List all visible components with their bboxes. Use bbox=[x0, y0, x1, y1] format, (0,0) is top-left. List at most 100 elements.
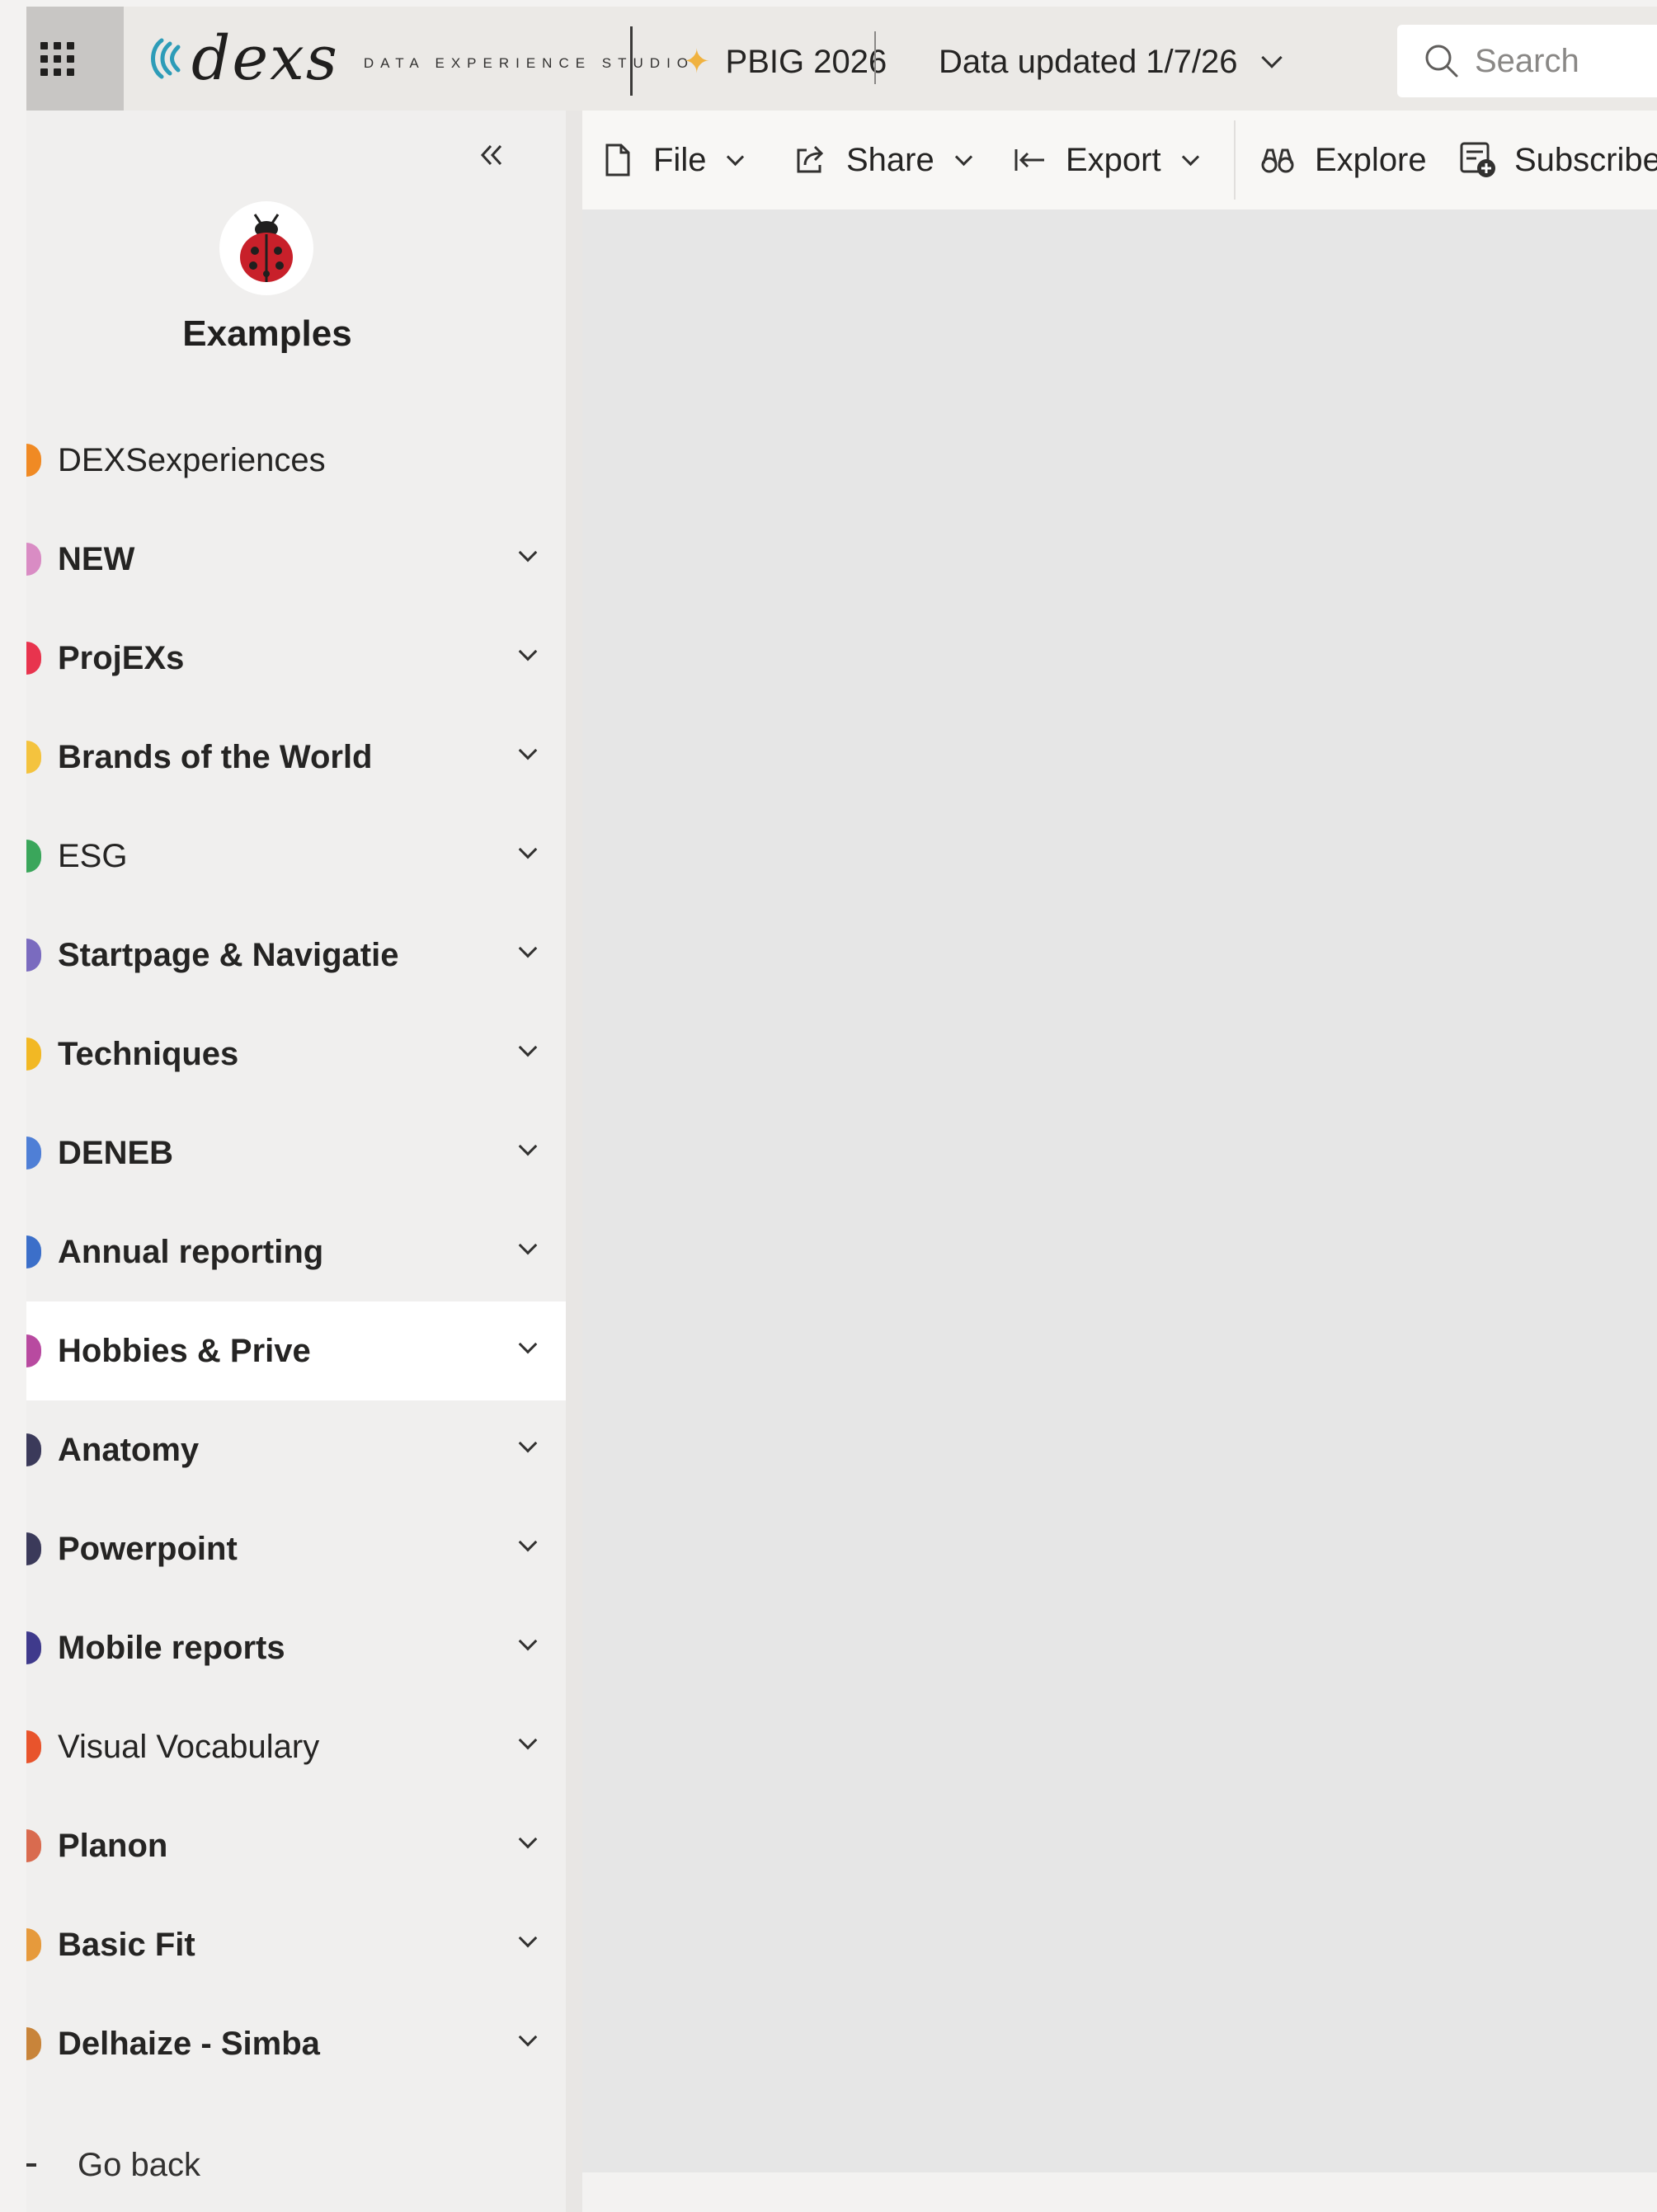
chevron-down-icon[interactable] bbox=[518, 939, 538, 958]
nav-item-label: DENEB bbox=[58, 1134, 174, 1171]
nav-item[interactable]: Brands of the World bbox=[26, 708, 566, 807]
nav-item-label: ProjEXs bbox=[58, 639, 185, 676]
nav-item-icon bbox=[26, 1137, 41, 1170]
nav-item[interactable]: Powerpoint bbox=[26, 1499, 566, 1598]
go-back-label: Go back bbox=[78, 2146, 200, 2183]
nav-item-icon bbox=[26, 1631, 41, 1664]
nav-item[interactable]: Techniques bbox=[26, 1005, 566, 1104]
nav-item-icon bbox=[26, 543, 41, 576]
nav-item[interactable]: Mobile reports bbox=[26, 1598, 566, 1697]
chevron-down-icon[interactable] bbox=[518, 1038, 538, 1057]
share-icon bbox=[797, 145, 824, 173]
chevron-down-icon[interactable] bbox=[518, 840, 538, 859]
ladybug-icon bbox=[240, 214, 293, 282]
search-icon bbox=[1425, 45, 1458, 78]
nav-item-icon bbox=[26, 1038, 41, 1071]
back-icon bbox=[26, 2163, 36, 2167]
chevron-down-icon[interactable] bbox=[518, 1334, 538, 1354]
nav-item[interactable]: Anatomy bbox=[26, 1400, 566, 1499]
nav-item[interactable]: DENEB bbox=[26, 1104, 566, 1202]
nav-item-icon bbox=[26, 642, 41, 675]
export-menu-button[interactable]: Export bbox=[1013, 111, 1199, 209]
nav-list: DEXSexperiences NEW ProjEXs Brands of the W… bbox=[26, 411, 566, 2093]
nav-item[interactable]: Delhaize - Simba bbox=[26, 1994, 566, 2093]
file-label: File bbox=[653, 141, 707, 178]
explore-button[interactable]: Explore bbox=[1260, 111, 1427, 209]
search-box[interactable] bbox=[1397, 25, 1657, 97]
brand-name: dexs bbox=[191, 23, 339, 94]
binoculars-icon bbox=[1261, 148, 1294, 173]
share-label: Share bbox=[846, 141, 934, 178]
subscribe-icon bbox=[1460, 142, 1495, 177]
chevron-down-icon[interactable] bbox=[518, 1730, 538, 1750]
header-divider bbox=[874, 31, 876, 84]
chevron-down-icon[interactable] bbox=[518, 2027, 538, 2047]
report-canvas[interactable] bbox=[582, 209, 1657, 2172]
chevron-down-icon bbox=[1260, 47, 1283, 68]
nav-item-label: NEW bbox=[58, 540, 135, 577]
export-icon bbox=[1014, 149, 1044, 171]
nav-item-icon bbox=[26, 741, 41, 774]
chevron-down-icon[interactable] bbox=[518, 1433, 538, 1453]
workspace-title: Examples bbox=[182, 313, 352, 354]
chevron-down-icon[interactable] bbox=[518, 543, 538, 562]
nav-item[interactable]: ESG bbox=[26, 807, 566, 906]
nav-item-label: Brands of the World bbox=[58, 738, 373, 775]
chevron-down-icon[interactable] bbox=[518, 1235, 538, 1255]
nav-item-icon bbox=[26, 840, 41, 873]
explore-label: Explore bbox=[1315, 141, 1427, 178]
chevron-down-icon[interactable] bbox=[518, 1631, 538, 1651]
command-divider bbox=[1234, 120, 1236, 200]
nav-item-icon bbox=[26, 1829, 41, 1862]
nav-item[interactable]: DEXSexperiences bbox=[26, 411, 566, 510]
file-icon bbox=[605, 144, 630, 176]
chevron-down-icon[interactable] bbox=[518, 642, 538, 661]
nav-item-label: Anatomy bbox=[58, 1431, 200, 1468]
nav-item[interactable]: ProjEXs bbox=[26, 609, 566, 708]
data-updated-dropdown[interactable]: Data updated 1/7/26 bbox=[939, 36, 1283, 87]
share-menu-button[interactable]: Share bbox=[793, 111, 972, 209]
nav-item[interactable]: Planon bbox=[26, 1796, 566, 1895]
app-header: dexs DATA EXPERIENCE STUDIO ✦ PBIG 2026 … bbox=[26, 7, 1657, 111]
nav-item-icon bbox=[26, 1433, 41, 1466]
header-divider bbox=[630, 26, 633, 96]
subscribe-label: Subscribe bbox=[1514, 141, 1657, 178]
workspace-name[interactable]: ✦ PBIG 2026 bbox=[683, 36, 887, 87]
double-chevron-left-icon bbox=[480, 144, 502, 166]
export-label: Export bbox=[1066, 141, 1161, 178]
nav-item[interactable]: Basic Fit bbox=[26, 1895, 566, 1994]
nav-item[interactable]: NEW bbox=[26, 510, 566, 609]
workspace-label: PBIG 2026 bbox=[725, 43, 887, 80]
nav-item-icon bbox=[26, 1928, 41, 1961]
brand-tagline: DATA EXPERIENCE STUDIO bbox=[363, 55, 695, 71]
nav-item-label: Visual Vocabulary bbox=[58, 1728, 320, 1765]
app-launcher-button[interactable] bbox=[26, 7, 124, 111]
chevron-down-icon[interactable] bbox=[518, 1532, 538, 1552]
subscribe-button[interactable]: Subscribe bbox=[1458, 111, 1657, 209]
file-menu-button[interactable]: File bbox=[604, 111, 745, 209]
brand-waves-icon bbox=[151, 38, 181, 79]
nav-item[interactable]: Annual reporting bbox=[26, 1202, 566, 1301]
chevron-down-icon[interactable] bbox=[518, 1928, 538, 1948]
brand-logo[interactable]: dexs DATA EXPERIENCE STUDIO bbox=[144, 21, 694, 96]
nav-item-label: Annual reporting bbox=[58, 1233, 324, 1270]
search-input[interactable] bbox=[1475, 42, 1657, 80]
go-back-link[interactable]: Go back bbox=[26, 2136, 356, 2194]
chevron-down-icon[interactable] bbox=[518, 1829, 538, 1849]
nav-item-label: Mobile reports bbox=[58, 1629, 285, 1666]
nav-item-icon bbox=[26, 1532, 41, 1565]
chevron-down-icon[interactable] bbox=[518, 1137, 538, 1156]
waffle-icon bbox=[40, 41, 74, 76]
chevron-down-icon[interactable] bbox=[518, 741, 538, 760]
collapse-nav-button[interactable] bbox=[472, 135, 511, 175]
nav-item[interactable]: Hobbies & Prive bbox=[26, 1301, 566, 1400]
nav-item[interactable]: Startpage & Navigatie bbox=[26, 906, 566, 1005]
nav-item-label: Hobbies & Prive bbox=[58, 1332, 311, 1369]
nav-item-label: Startpage & Navigatie bbox=[58, 936, 399, 973]
nav-item-icon bbox=[26, 1235, 41, 1268]
nav-item[interactable]: Visual Vocabulary bbox=[26, 1697, 566, 1796]
canvas-footer bbox=[582, 2172, 1657, 2212]
nav-item-icon bbox=[26, 2027, 41, 2060]
chevron-down-icon bbox=[727, 148, 745, 166]
nav-item-label: Planon bbox=[58, 1827, 168, 1864]
